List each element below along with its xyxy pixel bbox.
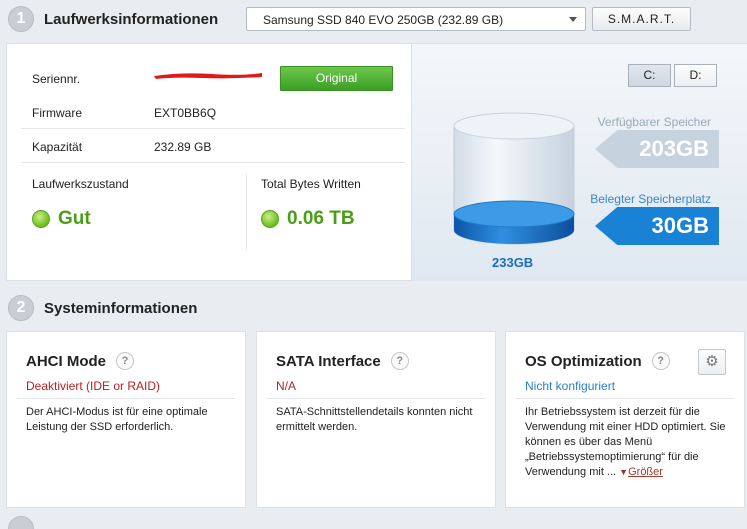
divider	[21, 162, 405, 163]
firmware-label: Firmware	[32, 106, 82, 120]
serial-redaction-mark	[154, 73, 262, 79]
section-header-drive-info: 1 Laufwerksinformationen	[0, 1, 218, 37]
section-number: 2	[8, 295, 34, 321]
question-icon[interactable]: ?	[651, 352, 670, 370]
chevron-down-icon	[569, 17, 577, 22]
gear-icon[interactable]: ⚙	[698, 349, 726, 375]
more-link[interactable]: Größer	[628, 466, 663, 478]
divider	[21, 128, 405, 129]
status-label: Laufwerkszustand	[32, 177, 129, 191]
status-value: Gut	[32, 208, 91, 230]
tbw-label: Total Bytes Written	[261, 177, 361, 191]
question-icon[interactable]: ?	[116, 352, 134, 370]
question-icon[interactable]: ?	[390, 352, 409, 370]
section-number: 1	[8, 6, 34, 32]
card-status: Nicht konfiguriert	[525, 379, 616, 393]
capacity-value: 232.89 GB	[154, 140, 212, 154]
card-description: SATA-Schnittstellendetails konnten nicht…	[276, 406, 473, 433]
drive-select[interactable]: Samsung SSD 840 EVO 250GB (232.89 GB)	[246, 7, 586, 31]
capacity-row: Kapazität 232.89 GB	[32, 140, 211, 154]
section-title: Systeminformationen	[44, 299, 198, 317]
card-description: Ihr Betriebssystem ist derzeit für die V…	[525, 405, 730, 480]
used-space-label: Belegter Speicherplatz	[590, 192, 711, 206]
free-space-value: 203GB	[595, 130, 719, 168]
card-description: Der AHCI-Modus ist für eine optimale Lei…	[26, 406, 208, 433]
drive-info-panel: Seriennr. Original Firmware EXT0BB6Q Kap…	[6, 43, 412, 281]
section-title: Laufwerksinformationen	[44, 10, 219, 28]
status-good-icon	[32, 210, 50, 228]
divider	[267, 398, 485, 399]
card-title: AHCI Mode ?	[26, 352, 134, 370]
divider	[17, 398, 235, 399]
used-space-value: 30GB	[595, 207, 719, 245]
original-button[interactable]: Original	[280, 66, 393, 91]
drive-cylinder-graphic	[453, 112, 575, 245]
divider	[516, 398, 734, 399]
tbw-value: 0.06 TB	[261, 208, 355, 230]
card-title-text: AHCI Mode	[26, 352, 106, 370]
drive-d-button[interactable]: D:	[674, 64, 717, 87]
triangle-down-icon: ▼	[619, 467, 629, 477]
card-status: N/A	[276, 379, 297, 393]
card-title: SATA Interface ?	[276, 352, 409, 370]
firmware-row: Firmware EXT0BB6Q	[32, 106, 216, 120]
card-sata-interface: SATA Interface ? N/A SATA-Schnittstellen…	[256, 331, 496, 508]
drive-capacity-panel: C: D: 233GB Verfügbarer Speicher 203GB B…	[412, 43, 747, 281]
drive-select-value: Samsung SSD 840 EVO 250GB (232.89 GB)	[263, 13, 504, 27]
vertical-divider	[246, 174, 247, 250]
smart-button[interactable]: S.M.A.R.T.	[592, 7, 691, 31]
tbw-text: 0.06 TB	[287, 208, 355, 229]
card-status: Deaktiviert (IDE or RAID)	[26, 379, 161, 393]
status-text: Gut	[58, 208, 91, 229]
drive-c-button[interactable]: C:	[628, 64, 671, 87]
serial-row: Seriennr.	[32, 72, 80, 86]
card-ahci-mode: AHCI Mode ? Deaktiviert (IDE or RAID) De…	[6, 331, 246, 508]
section-header-system-info: 2 Systeminformationen	[0, 290, 197, 326]
section-number-partial	[8, 516, 34, 529]
card-title-text: SATA Interface	[276, 352, 381, 370]
tbw-good-icon	[261, 210, 279, 228]
card-title: OS Optimization ?	[525, 352, 670, 370]
free-space-label: Verfügbarer Speicher	[597, 115, 711, 129]
card-os-optimization: OS Optimization ? ⚙ Nicht konfiguriert I…	[505, 331, 745, 508]
capacity-label: Kapazität	[32, 140, 83, 154]
serial-label: Seriennr.	[32, 72, 81, 86]
firmware-value: EXT0BB6Q	[154, 106, 217, 120]
total-capacity-label: 233GB	[492, 255, 534, 270]
card-title-text: OS Optimization	[525, 352, 642, 370]
